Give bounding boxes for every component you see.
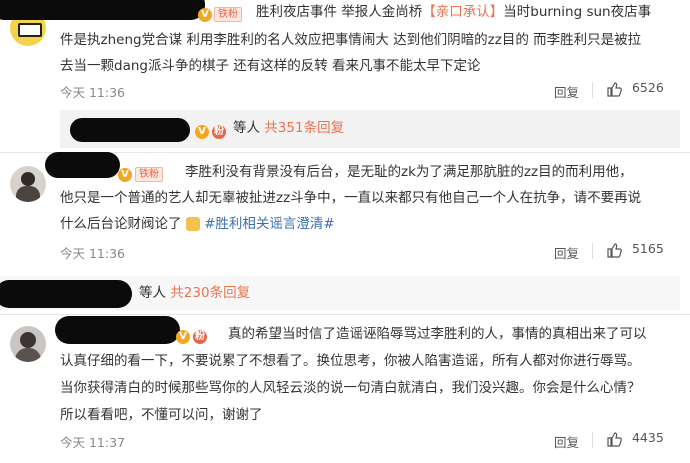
avatar[interactable] bbox=[10, 326, 46, 362]
reply-button[interactable]: 回复 bbox=[554, 432, 579, 451]
comment-text: 胜利夜店事件 举报人金尚桥【亲口承认】当时burning sun夜店事 bbox=[256, 4, 652, 20]
comment-time: 今天 11:37 bbox=[60, 435, 125, 450]
reply-button[interactable]: 回复 bbox=[554, 243, 579, 262]
comment-text: 件是执zheng党合谋 利用李胜利的名人效应把事情闹大 达到他们阴暗的zz目的 … bbox=[60, 32, 642, 48]
like-count: 4435 bbox=[631, 430, 664, 445]
reply-summary: 等人 共230条回复 bbox=[139, 285, 251, 301]
comment-time: 今天 11:36 bbox=[60, 246, 125, 261]
comment-text: 他只是一个普通的艺人却无辜被扯进zz斗争中，一直以来都只有他自己一个人在抗争，请… bbox=[60, 190, 642, 206]
redacted-username bbox=[0, 0, 205, 20]
reply-button[interactable]: 回复 bbox=[554, 82, 579, 101]
reply-summary: 等人 共351条回复 bbox=[233, 120, 345, 136]
comment-time: 今天 11:36 bbox=[60, 85, 125, 100]
redacted-username bbox=[0, 280, 132, 308]
comment-text: 真的希望当时信了造谣诬陷辱骂过李胜利的人，事情的真相出来了可以 bbox=[228, 326, 647, 342]
comment-text: 认真仔细的看一下，不要说累了不想看了。换位思考，你被人陷害造谣，所有人都对你进行… bbox=[60, 353, 641, 369]
thumbs-up-icon bbox=[607, 431, 622, 447]
divider bbox=[592, 432, 593, 448]
like-button[interactable]: 5165 bbox=[606, 241, 664, 258]
avatar[interactable] bbox=[10, 166, 46, 202]
badge-icon: 粉 bbox=[212, 124, 226, 139]
fan-badge: 铁粉 bbox=[135, 164, 163, 183]
badge-icon: 粉 bbox=[193, 329, 207, 344]
comment-text: 当你获得清白的时候那些骂你的人风轻云淡的说一句清白就清白，我们没兴趣。你会是什么… bbox=[60, 380, 641, 396]
verified-badge-icon: V bbox=[118, 164, 132, 183]
like-button[interactable]: 6526 bbox=[606, 80, 664, 97]
verified-badge-icon: V bbox=[176, 326, 190, 345]
topic-hashtag[interactable]: #胜利相关谣言澄清# bbox=[204, 216, 335, 232]
thumbs-up-icon bbox=[607, 81, 622, 97]
divider bbox=[0, 314, 690, 315]
comment-text: 李胜利没有背景没有后台，是无耻的zk为了满足那肮脏的zz目的而利用他， bbox=[185, 164, 633, 180]
comment-text: 什么后台论财阀论了 #胜利相关谣言澄清# bbox=[60, 216, 335, 232]
quote-link[interactable]: 【亲口承认】 bbox=[422, 4, 503, 20]
redacted-username bbox=[55, 316, 180, 344]
redacted-username bbox=[70, 118, 190, 142]
like-count: 5165 bbox=[631, 241, 664, 256]
comment-text: 所以看看吧，不懂可以问，谢谢了 bbox=[60, 407, 263, 423]
thumbs-up-icon bbox=[607, 242, 622, 258]
praying-hands-emoji bbox=[185, 217, 200, 231]
divider bbox=[592, 243, 593, 259]
verified-badge-icon: V bbox=[195, 121, 209, 140]
like-count: 6526 bbox=[631, 80, 664, 95]
like-button[interactable]: 4435 bbox=[606, 430, 664, 447]
comment-text: 去当一颗dang派斗争的棋子 还有这样的反转 看来凡事不能太早下定论 bbox=[60, 58, 481, 74]
view-replies-link[interactable]: 共230条回复 bbox=[170, 285, 250, 301]
verified-badge-icon: V bbox=[198, 4, 212, 23]
view-replies-link[interactable]: 共351条回复 bbox=[264, 120, 344, 136]
redacted-username bbox=[45, 152, 120, 178]
divider bbox=[592, 82, 593, 98]
fan-badge: 铁粉 bbox=[214, 4, 242, 23]
